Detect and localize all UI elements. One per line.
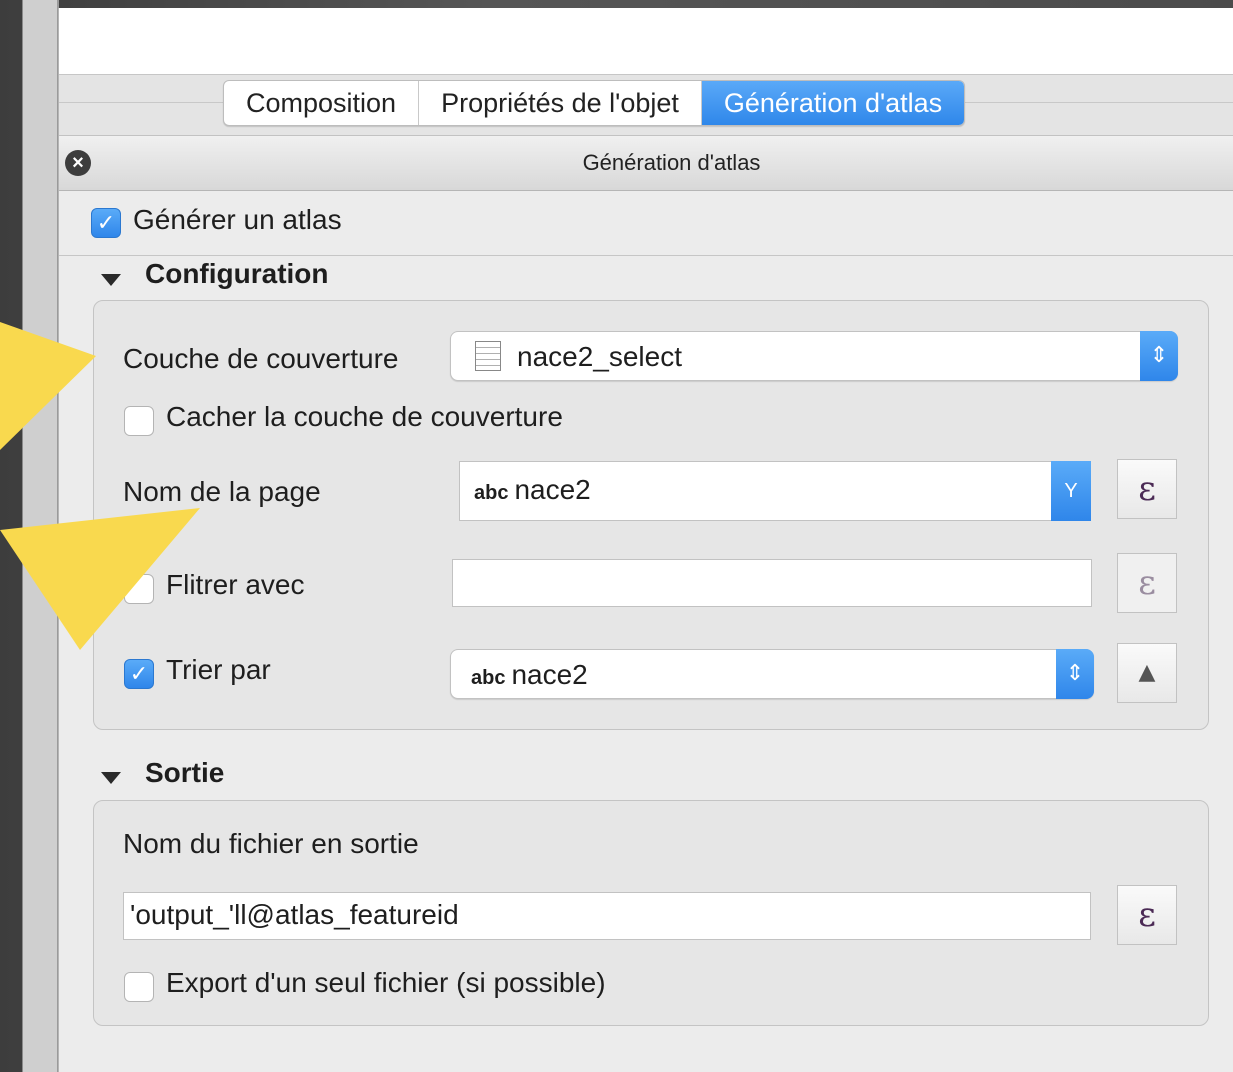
annotation-overlay xyxy=(0,322,200,650)
highlight-arrow-coverage xyxy=(0,322,96,450)
highlight-arrow-page-name xyxy=(0,508,200,650)
